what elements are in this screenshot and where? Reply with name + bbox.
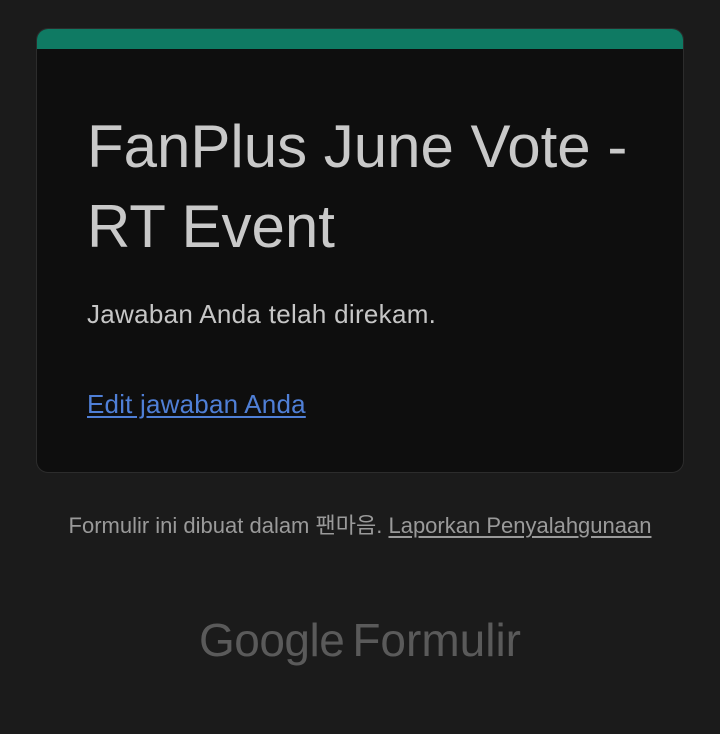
footer-disclaimer: Formulir ini dibuat dalam 팬마음. Laporkan … [60, 511, 660, 541]
google-forms-logo[interactable]: Google Formulir [0, 612, 720, 668]
edit-response-link[interactable]: Edit jawaban Anda [87, 387, 306, 421]
footer-created-in-text: Formulir ini dibuat dalam 팬마음. [68, 513, 383, 538]
form-title: FanPlus June Vote - RT Event [87, 113, 628, 260]
page: FanPlus June Vote - RT Event Jawaban And… [0, 0, 720, 734]
form-confirmation-card: FanPlus June Vote - RT Event Jawaban And… [36, 28, 684, 473]
card-accent-bar [37, 29, 683, 49]
report-abuse-link[interactable]: Laporkan Penyalahgunaan [388, 513, 651, 538]
confirmation-message: Jawaban Anda telah direkam. [87, 299, 437, 329]
google-wordmark: Google [198, 614, 345, 666]
forms-wordmark: Formulir [352, 614, 521, 666]
